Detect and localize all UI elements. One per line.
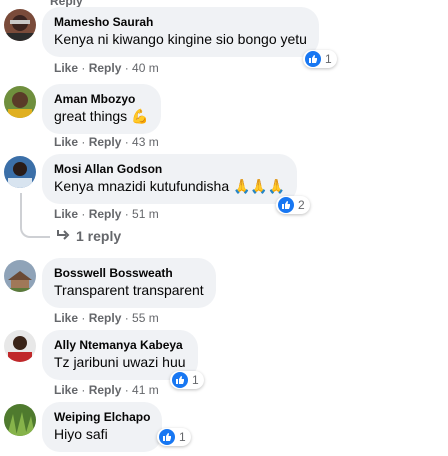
reply-link[interactable]: Reply (89, 383, 122, 397)
comment-bubble: Mosi Allan Godson Kenya mnazidi kutufund… (42, 154, 298, 204)
reply-link[interactable]: Reply (89, 311, 122, 325)
comment-text: Transparent transparent (54, 282, 204, 298)
comment-text: Hiyo safi (54, 426, 108, 442)
like-link[interactable]: Like (54, 61, 78, 75)
replies-count-label[interactable]: 1 reply (76, 228, 121, 244)
comment-text: Tz jaribuni uwazi huu (54, 354, 186, 370)
like-link[interactable]: Like (54, 383, 78, 397)
like-link[interactable]: Like (54, 311, 78, 325)
like-link[interactable]: Like (54, 207, 78, 221)
comment-text: Kenya ni kiwango kingine sio bongo yetu (54, 31, 307, 47)
comment-bubble: Mamesho Saurah Kenya ni kiwango kingine … (42, 7, 319, 57)
view-replies-link[interactable]: 1 reply (56, 228, 121, 244)
reaction-count[interactable]: 1 (303, 50, 337, 68)
flexed-biceps-emoji: 💪 (131, 108, 149, 124)
like-icon (278, 197, 294, 213)
like-icon (305, 51, 321, 67)
avatar[interactable] (4, 9, 36, 41)
reply-link[interactable]: Reply (89, 207, 122, 221)
avatar[interactable] (4, 260, 36, 292)
comment-meta: Like · Reply · 55 m (54, 311, 159, 325)
like-icon (172, 372, 188, 388)
avatar[interactable] (4, 156, 36, 188)
avatar[interactable] (4, 86, 36, 118)
comment-meta: Like · Reply · 51 m (54, 207, 159, 221)
comment-bubble: Weiping Elchapo Hiyo safi (42, 402, 163, 452)
timestamp[interactable]: 40 m (132, 61, 159, 75)
comment-text: great things 💪 (54, 107, 149, 126)
comment-author[interactable]: Mamesho Saurah (54, 14, 307, 30)
reaction-number: 1 (192, 373, 199, 387)
reaction-count[interactable]: 2 (276, 196, 310, 214)
comment-author[interactable]: Mosi Allan Godson (54, 161, 285, 177)
avatar[interactable] (4, 330, 36, 362)
avatar[interactable] (4, 404, 36, 436)
reaction-count[interactable]: 1 (170, 371, 204, 389)
thread-line (20, 193, 22, 225)
comment-meta: Like · Reply · 43 m (54, 135, 159, 149)
reply-link[interactable]: Reply (89, 135, 122, 149)
timestamp[interactable]: 55 m (132, 311, 159, 325)
reaction-number: 1 (325, 52, 332, 66)
folded-hands-emoji: 🙏🙏🙏 (233, 178, 286, 194)
reply-arrow-icon (56, 228, 70, 244)
comment-bubble: Aman Mbozyo great things 💪 (42, 84, 161, 134)
like-link[interactable]: Like (54, 135, 78, 149)
like-icon (159, 429, 175, 445)
comment-text-body: Kenya mnazidi kutufundisha (54, 178, 230, 194)
comment-author[interactable]: Ally Ntemanya Kabeya (54, 337, 186, 353)
reaction-number: 1 (179, 430, 186, 444)
timestamp[interactable]: 51 m (132, 207, 159, 221)
timestamp[interactable]: 43 m (132, 135, 159, 149)
comment-bubble: Bosswell Bossweath Transparent transpare… (42, 258, 216, 308)
comment-author[interactable]: Aman Mbozyo (54, 91, 149, 107)
reaction-number: 2 (298, 198, 305, 212)
comment-author[interactable]: Weiping Elchapo (54, 409, 150, 425)
comment-text-body: great things (54, 108, 128, 124)
thread-connector (20, 222, 50, 238)
comment-text: Kenya mnazidi kutufundisha 🙏🙏🙏 (54, 177, 285, 196)
reply-link[interactable]: Reply (89, 61, 122, 75)
comment-meta: Like · Reply · 40 m (54, 61, 159, 75)
timestamp[interactable]: 41 m (132, 383, 159, 397)
comment-author[interactable]: Bosswell Bossweath (54, 265, 204, 281)
comment-meta: Like · Reply · 41 m (54, 383, 159, 397)
reaction-count[interactable]: 1 (157, 428, 191, 446)
